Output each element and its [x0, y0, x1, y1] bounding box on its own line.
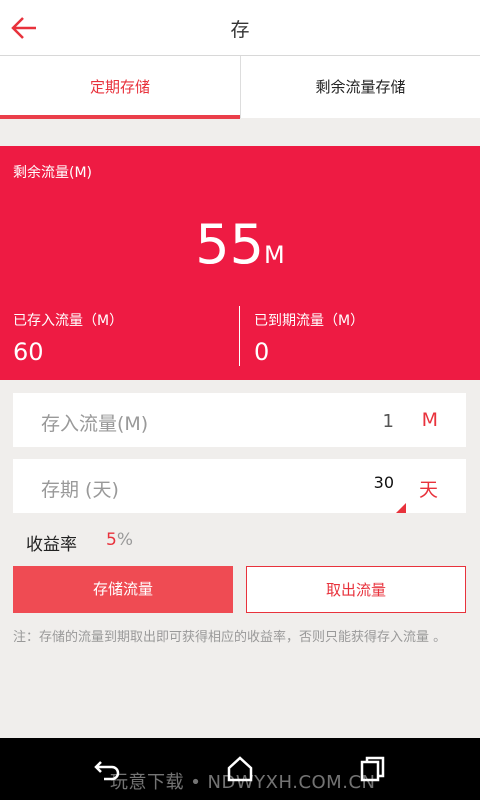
- remaining-data-panel: 剩余流量(M) 55M 已存入流量（M） 60 已到期流量（M） 0: [0, 146, 480, 380]
- remaining-value: 55: [195, 213, 264, 276]
- deposit-label: 存入流量(M): [41, 413, 149, 435]
- tab-fixed-storage[interactable]: 定期存储: [0, 56, 240, 118]
- stored-label: 已存入流量（M）: [13, 313, 124, 329]
- expired-stat: 已到期流量（M） 0: [254, 310, 364, 366]
- stored-value: 60: [13, 338, 44, 366]
- expired-label: 已到期流量（M）: [254, 313, 365, 329]
- remaining-label: 剩余流量(M): [13, 165, 93, 181]
- expired-value: 0: [254, 338, 270, 366]
- deposit-input[interactable]: 1: [383, 411, 394, 432]
- watermark: 玩意下载 • NDWYXH.COM.CN: [110, 772, 376, 793]
- term-select[interactable]: 30: [374, 473, 394, 492]
- top-bar: 存: [0, 0, 480, 56]
- term-field[interactable]: 存期 (天) 30 天: [13, 459, 466, 513]
- withdraw-data-button[interactable]: 取出流量: [246, 566, 466, 613]
- tab-remaining-storage[interactable]: 剩余流量存储: [240, 56, 480, 118]
- rate-number: 5: [106, 530, 117, 550]
- stored-stat: 已存入流量（M） 60: [13, 310, 123, 366]
- note-text: 注：存储的流量到期取出即可获得相应的收益率，否则只能获得存入流量 。: [13, 630, 447, 645]
- page-title: 存: [230, 19, 250, 41]
- rate-value: 5%: [106, 530, 133, 550]
- rate-unit: %: [116, 530, 133, 550]
- term-unit: 天: [418, 479, 438, 501]
- stat-divider: [239, 306, 240, 366]
- rate-label: 收益率: [26, 535, 77, 555]
- remaining-amount: 55M: [0, 218, 480, 272]
- dropdown-corner-icon[interactable]: [396, 503, 406, 513]
- tab-bar: 定期存储 剩余流量存储: [0, 56, 480, 118]
- term-label: 存期 (天): [41, 479, 119, 501]
- deposit-amount-field[interactable]: 存入流量(M) 1 M: [13, 393, 466, 447]
- remaining-unit: M: [264, 241, 285, 269]
- tab-active-indicator: [0, 115, 240, 119]
- deposit-unit: M: [421, 409, 438, 431]
- save-data-button[interactable]: 存储流量: [13, 566, 233, 613]
